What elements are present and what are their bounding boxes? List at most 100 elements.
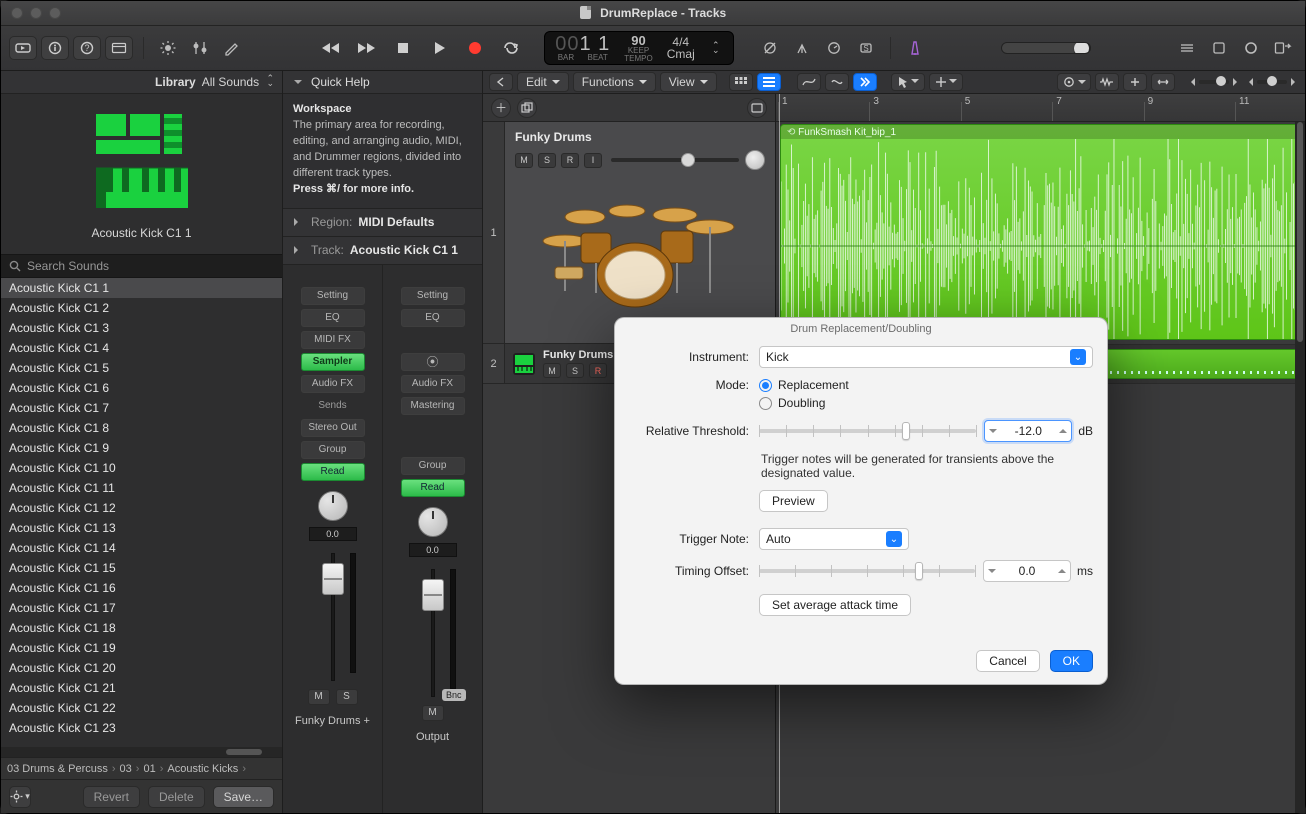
tuner-button[interactable] <box>788 36 816 60</box>
metronome-button[interactable] <box>901 36 929 60</box>
lcd-sig-key[interactable]: 4/4 Cmaj <box>667 36 695 60</box>
pan-value[interactable]: 0.0 <box>409 543 457 557</box>
ruler[interactable]: 1357911 <box>776 94 1305 122</box>
lcd-display[interactable]: 001 1 BAR BEAT 90 KEEP TEMPO 4/4 Cmaj ⌃⌄ <box>544 31 734 65</box>
sound-list-item[interactable]: Acoustic Kick C1 5 <box>1 358 282 378</box>
sound-list-item[interactable]: Acoustic Kick C1 21 <box>1 678 282 698</box>
eq-slot[interactable]: EQ <box>401 309 465 327</box>
threshold-stepper[interactable]: -12.0 <box>984 420 1072 442</box>
sound-list-item[interactable]: Acoustic Kick C1 15 <box>1 558 282 578</box>
revert-button[interactable]: Revert <box>83 786 140 808</box>
sound-list-item[interactable]: Acoustic Kick C1 10 <box>1 458 282 478</box>
region-accordion[interactable]: Region: MIDI Defaults <box>283 209 482 237</box>
list-editors-button[interactable] <box>1173 36 1201 60</box>
grid-view-button[interactable] <box>729 73 753 91</box>
hzoom-slider[interactable] <box>1245 75 1299 89</box>
track-name[interactable]: Funky Drums <box>543 349 613 361</box>
input-monitor-button[interactable]: I <box>584 153 602 168</box>
sound-list-item[interactable]: Acoustic Kick C1 22 <box>1 698 282 718</box>
library-hscroll[interactable] <box>1 747 282 757</box>
stepper-down-icon[interactable] <box>985 427 1001 435</box>
volume-fader[interactable] <box>306 553 360 681</box>
record-enable-button[interactable]: R <box>589 363 607 378</box>
hzoom-button[interactable] <box>1151 73 1175 91</box>
group-slot[interactable]: Group <box>301 441 365 459</box>
setting-slot[interactable]: Setting <box>301 287 365 305</box>
duplicate-track-button[interactable] <box>517 98 537 118</box>
sound-list-item[interactable]: Acoustic Kick C1 8 <box>1 418 282 438</box>
master-volume-slider[interactable] <box>1001 42 1091 54</box>
pan-value[interactable]: 0.0 <box>309 527 357 541</box>
save-button[interactable]: Save… <box>213 786 274 808</box>
library-filter-dropdown[interactable]: All Sounds ⌃⌄ <box>202 75 274 89</box>
threshold-slider[interactable] <box>759 429 976 433</box>
sound-list-item[interactable]: Acoustic Kick C1 4 <box>1 338 282 358</box>
editor-button[interactable] <box>218 36 246 60</box>
breadcrumb-item[interactable]: Acoustic Kicks <box>167 763 238 775</box>
sound-list-item[interactable]: Acoustic Kick C1 19 <box>1 638 282 658</box>
pointer-tool[interactable] <box>891 73 925 91</box>
library-toggle-button[interactable] <box>9 36 37 60</box>
sound-list-item[interactable]: Acoustic Kick C1 7 <box>1 398 282 418</box>
vzoom-slider[interactable] <box>1187 75 1241 89</box>
sound-list-item[interactable]: Acoustic Kick C1 17 <box>1 598 282 618</box>
snap-menu[interactable] <box>1057 73 1091 91</box>
loops-button[interactable] <box>1237 36 1265 60</box>
notepad-button[interactable] <box>1205 36 1233 60</box>
midifx-slot[interactable]: MIDI FX <box>301 331 365 349</box>
breadcrumb-item[interactable]: 03 Drums & Percuss <box>7 763 108 775</box>
mode-replacement-radio[interactable]: Replacement <box>759 378 849 392</box>
trigger-note-select[interactable]: Auto ⌄ <box>759 528 909 550</box>
library-gear-menu[interactable]: ▾ <box>9 786 31 808</box>
sound-list-item[interactable]: Acoustic Kick C1 11 <box>1 478 282 498</box>
play-button[interactable] <box>426 37 452 59</box>
flex-button[interactable] <box>825 73 849 91</box>
audiofx-slot[interactable]: Audio FX <box>401 375 465 393</box>
sound-list-item[interactable]: Acoustic Kick C1 6 <box>1 378 282 398</box>
track-name[interactable]: Funky Drums <box>515 130 765 144</box>
edit-menu[interactable]: Edit <box>517 72 569 92</box>
pan-knob[interactable] <box>418 507 448 537</box>
preview-button[interactable]: Preview <box>759 490 828 512</box>
audiofx-slot[interactable]: Audio FX <box>301 375 365 393</box>
library-breadcrumb[interactable]: 03 Drums & Percuss›03›01›Acoustic Kicks› <box>1 757 282 779</box>
track-header-1[interactable]: 1 Funky Drums M S R I <box>483 122 775 344</box>
rewind-button[interactable] <box>318 37 344 59</box>
automation-button[interactable] <box>797 73 821 91</box>
functions-menu[interactable]: Functions <box>573 72 656 92</box>
quickhelp-header[interactable]: Quick Help <box>283 71 482 94</box>
global-tracks-button[interactable] <box>747 98 767 118</box>
browser-button[interactable] <box>1269 36 1297 60</box>
instrument-slot[interactable]: Sampler <box>301 353 365 371</box>
automation-mode[interactable]: Read <box>401 479 465 497</box>
sound-list-item[interactable]: Acoustic Kick C1 12 <box>1 498 282 518</box>
lcd-menu-button[interactable]: ⌃⌄ <box>709 43 723 53</box>
library-search[interactable]: Search Sounds <box>1 254 282 278</box>
sound-list-item[interactable]: Acoustic Kick C1 16 <box>1 578 282 598</box>
view-menu[interactable]: View <box>660 72 717 92</box>
sound-list-item[interactable]: Acoustic Kick C1 3 <box>1 318 282 338</box>
mute-button[interactable]: M <box>422 705 444 721</box>
solo-button[interactable]: S <box>336 689 358 705</box>
list-view-button[interactable] <box>757 73 781 91</box>
sound-list-item[interactable]: Acoustic Kick C1 9 <box>1 438 282 458</box>
cycle-button[interactable] <box>498 37 524 59</box>
left-click-tool[interactable] <box>929 73 963 91</box>
track-lane-1[interactable]: ⟲ FunkSmash Kit_bip_1 <box>776 122 1305 342</box>
record-enable-button[interactable]: R <box>561 153 579 168</box>
lcd-tempo[interactable]: 90 KEEP TEMPO <box>624 34 652 63</box>
track-pan-knob[interactable] <box>745 150 765 170</box>
stepper-up-icon[interactable] <box>1054 567 1070 575</box>
solo-mode-button[interactable]: S <box>852 36 880 60</box>
replace-button[interactable] <box>756 36 784 60</box>
waveform-zoom-button[interactable] <box>1095 73 1119 91</box>
mute-button[interactable]: M <box>515 153 533 168</box>
vzoom-button[interactable] <box>1123 73 1147 91</box>
delete-button[interactable]: Delete <box>148 786 205 808</box>
record-button[interactable] <box>462 37 488 59</box>
solo-button[interactable]: S <box>538 153 556 168</box>
breadcrumb-item[interactable]: 01 <box>143 763 155 775</box>
solo-button[interactable]: S <box>566 363 584 378</box>
forward-button[interactable] <box>354 37 380 59</box>
sound-list-item[interactable]: Acoustic Kick C1 14 <box>1 538 282 558</box>
